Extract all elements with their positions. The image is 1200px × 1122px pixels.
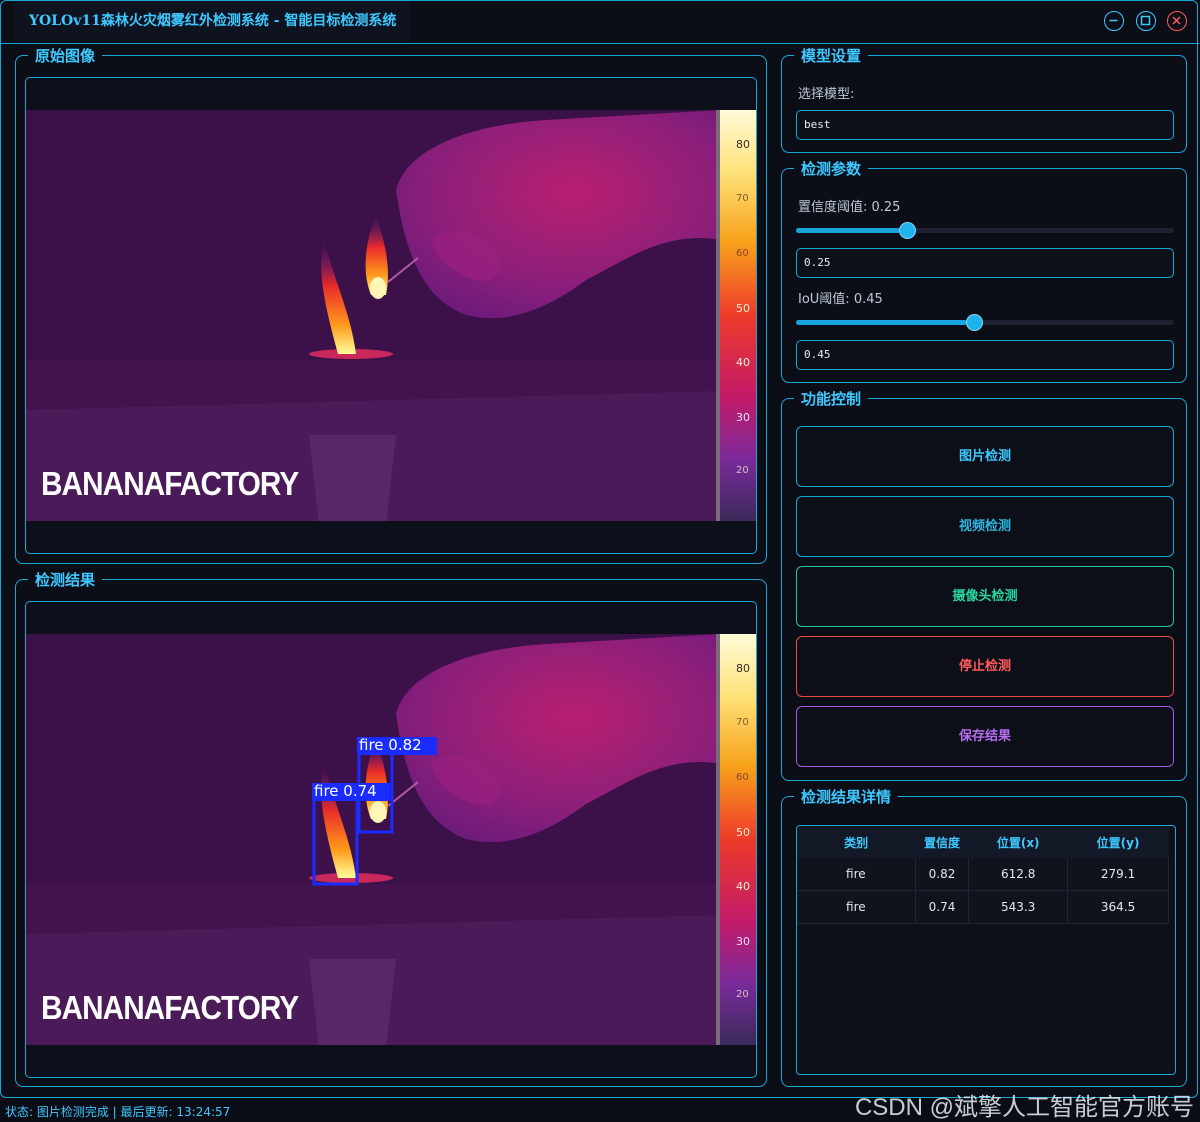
model-settings-panel: 模型设置 选择模型: best [781,46,1187,153]
cell-class: fire [797,858,916,891]
scale-tick-30: 30 [736,935,750,948]
scale-tick-30: 30 [736,411,750,424]
detection-details-panel: 检测结果详情 类别 置信度 位置(x) 位置(y) fire 0.82 612.… [781,787,1187,1087]
detection-details-title: 检测结果详情 [794,787,899,807]
cell-y: 279.1 [1067,858,1169,891]
model-select[interactable]: best [796,110,1174,140]
original-image-frame: BANANAFACTORY 80 70 60 50 40 30 20 [25,77,757,554]
conf-threshold-label: 置信度阈值: 0.25 [798,200,901,215]
original-thermal-image: BANANAFACTORY 80 70 60 50 40 30 20 [26,110,756,521]
result-image-frame: fire 0.82 fire 0.74 BANANAFACTORY 80 70 … [25,601,757,1078]
iou-slider[interactable] [796,314,1174,331]
iou-slider-fill [796,320,967,325]
scale-tick-70: 70 [736,193,749,204]
conf-slider[interactable] [796,222,1174,239]
results-table: 类别 置信度 位置(x) 位置(y) fire 0.82 612.8 279.1… [797,826,1169,924]
scale-tick-20: 20 [736,989,749,1000]
scale-tick-70: 70 [736,717,749,728]
detection-label-2: fire 0.74 [314,782,377,800]
original-watermark-text: BANANAFACTORY [41,465,299,502]
detection-result-title: 检测结果 [28,570,103,590]
results-table-header: 类别 置信度 位置(x) 位置(y) [797,826,1169,858]
cell-x: 543.3 [968,890,1069,924]
col-header-confidence[interactable]: 置信度 [915,826,969,858]
results-table-frame: 类别 置信度 位置(x) 位置(y) fire 0.82 612.8 279.1… [796,825,1176,1075]
conf-slider-fill [796,228,900,233]
scale-tick-80: 80 [736,662,750,675]
original-image-title: 原始图像 [28,46,103,66]
cell-x: 612.8 [968,858,1069,891]
save-result-button[interactable]: 保存结果 [796,706,1174,767]
model-settings-title: 模型设置 [794,46,869,66]
col-header-y[interactable]: 位置(y) [1067,826,1169,858]
function-controls-title: 功能控制 [794,389,869,409]
scale-tick-60: 60 [736,772,749,783]
maximize-icon [1140,15,1151,26]
window-title: YOLOv11森林火灾烟雾红外检测系统 - 智能目标检测系统 [15,1,411,41]
status-bar: 状态: 图片检测完成 | 最后更新: 13:24:57 [5,1105,231,1119]
title-bar: YOLOv11森林火灾烟雾红外检测系统 - 智能目标检测系统 [1,1,1199,44]
cell-y: 364.5 [1067,890,1169,924]
minimize-icon [1109,19,1118,22]
cell-confidence: 0.74 [915,890,970,924]
detection-result-panel: 检测结果 fire 0.82 fire 0.74 BANANAFACTORY 8… [15,570,767,1087]
image-detect-button[interactable]: 图片检测 [796,426,1174,487]
iou-input[interactable]: 0.45 [796,340,1174,370]
camera-detect-button[interactable]: 摄像头检测 [796,566,1174,627]
conf-slider-handle[interactable] [899,222,916,239]
stop-detect-button[interactable]: 停止检测 [796,636,1174,697]
scale-tick-40: 40 [736,880,750,893]
result-thermal-image: fire 0.82 fire 0.74 BANANAFACTORY 80 70 … [26,634,756,1045]
model-select-label: 选择模型: [798,87,855,102]
detection-params-title: 检测参数 [794,159,869,179]
col-header-x[interactable]: 位置(x) [968,826,1068,858]
table-row[interactable]: fire 0.82 612.8 279.1 [797,858,1169,891]
function-controls-panel: 功能控制 图片检测 视频检测 摄像头检测 停止检测 保存结果 [781,389,1187,781]
scale-tick-50: 50 [736,826,750,839]
close-icon [1172,16,1181,25]
result-watermark-text: BANANAFACTORY [41,989,299,1026]
scale-tick-50: 50 [736,302,750,315]
cell-confidence: 0.82 [915,858,970,891]
conf-input[interactable]: 0.25 [796,248,1174,278]
minimize-button[interactable] [1104,11,1124,31]
detection-params-panel: 检测参数 置信度阈值: 0.25 0.25 IoU阈值: 0.45 0.45 [781,159,1187,383]
scale-tick-20: 20 [736,465,749,476]
csdn-watermark: CSDN @斌擎人工智能官方账号 [854,1094,1194,1121]
app-window: YOLOv11森林火灾烟雾红外检测系统 - 智能目标检测系统 原始图像 BANA… [0,0,1199,1098]
iou-threshold-label: IoU阈值: 0.45 [798,292,883,307]
iou-slider-handle[interactable] [966,314,983,331]
scale-tick-40: 40 [736,356,750,369]
cell-class: fire [797,890,916,924]
scale-tick-60: 60 [736,248,749,259]
col-header-class[interactable]: 类别 [797,826,916,858]
close-button[interactable] [1167,11,1187,31]
original-image-panel: 原始图像 BANANAFACTORY 80 70 60 50 40 30 20 [15,46,767,564]
maximize-button[interactable] [1136,11,1156,31]
scale-tick-80: 80 [736,138,750,151]
table-row[interactable]: fire 0.74 543.3 364.5 [797,890,1169,924]
video-detect-button[interactable]: 视频检测 [796,496,1174,557]
detection-label-1: fire 0.82 [359,736,422,754]
